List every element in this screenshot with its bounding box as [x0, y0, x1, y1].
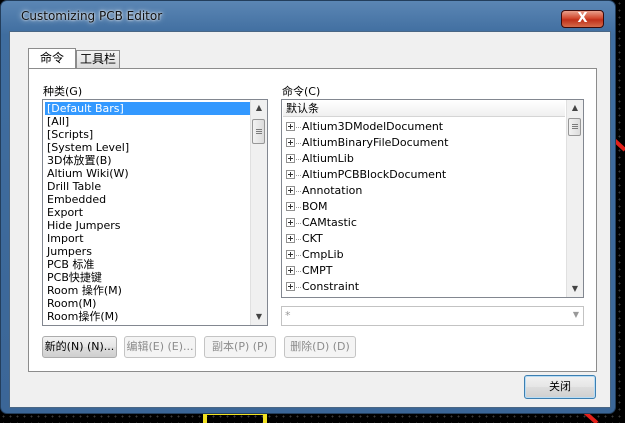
command-tree-item[interactable]: CAMtastic [286, 215, 357, 231]
tree-connector-line [296, 238, 301, 240]
command-tree-item[interactable]: BOM [286, 199, 328, 215]
expand-plus-icon[interactable] [286, 218, 295, 227]
scroll-up-arrow-icon[interactable]: ▲ [567, 100, 583, 116]
tree-connector-line [296, 158, 301, 160]
command-tree-item[interactable]: Annotation [286, 183, 362, 199]
category-item[interactable]: Export [46, 206, 84, 219]
command-filter-combobox[interactable]: * ▼ [281, 306, 584, 326]
close-icon: X [577, 11, 588, 26]
expand-plus-icon[interactable] [286, 122, 295, 131]
expand-plus-icon[interactable] [286, 202, 295, 211]
categories-scrollbar[interactable]: ▲ ▼ [250, 100, 267, 325]
expand-plus-icon[interactable] [286, 266, 295, 275]
expand-plus-icon[interactable] [286, 154, 295, 163]
tree-connector-line [296, 126, 301, 128]
commands-group-header: 默认条 [283, 101, 565, 117]
command-tree-item[interactable]: CmpLib [286, 247, 344, 263]
delete-button[interactable]: 删除(D) (D) [284, 336, 356, 358]
copy-button[interactable]: 副本(P) (P) [204, 336, 276, 358]
category-item[interactable]: Room操作(M) [46, 310, 119, 323]
category-item[interactable]: Import [46, 232, 85, 245]
tree-connector-line [296, 270, 301, 272]
scroll-down-arrow-icon[interactable]: ▼ [567, 281, 583, 297]
command-item-label: CKT [302, 232, 323, 245]
command-tree-item[interactable]: AltiumBinaryFileDocument [286, 135, 448, 151]
command-item-label: CmpLib [302, 248, 344, 261]
filter-value: * [285, 309, 291, 322]
category-item[interactable]: Hide Jumpers [46, 219, 122, 232]
expand-plus-icon[interactable] [286, 186, 295, 195]
yellow-trace-bottom [203, 411, 267, 423]
category-item[interactable]: Room(M) [46, 297, 97, 310]
category-item[interactable]: 3D体放置(B) [46, 154, 113, 167]
category-item[interactable]: Embedded [46, 193, 107, 206]
scroll-up-arrow-icon[interactable]: ▲ [251, 100, 267, 116]
edit-button[interactable]: 编辑(E) (E)... [124, 336, 196, 358]
category-item[interactable]: Room 操作(M) [46, 284, 123, 297]
command-item-label: Annotation [302, 184, 363, 197]
categories-label: 种类(G) [43, 85, 83, 98]
scroll-thumb[interactable] [252, 119, 265, 144]
tree-connector-line [296, 174, 301, 176]
command-tree-item[interactable]: AltiumLib [286, 151, 354, 167]
tree-connector-line [296, 142, 301, 144]
command-item-label: AltiumBinaryFileDocument [302, 136, 449, 149]
tree-connector-line [296, 222, 301, 224]
category-item[interactable]: Altium Wiki(W) [46, 167, 130, 180]
tree-connector-line [296, 190, 301, 192]
expand-plus-icon[interactable] [286, 138, 295, 147]
category-item[interactable]: Jumpers [46, 245, 93, 258]
category-item[interactable]: Drill Table [46, 180, 102, 193]
tab-commands[interactable]: 命令 [28, 48, 76, 69]
category-item[interactable]: [Scripts] [46, 128, 94, 141]
new-button[interactable]: 新的(N) (N)... [42, 336, 117, 358]
category-item[interactable]: [All] [46, 115, 70, 128]
command-item-label: AltiumPCBBlockDocument [302, 168, 447, 181]
category-item[interactable]: PCB快捷键 [46, 271, 103, 284]
command-tree-item[interactable]: CMPT [286, 263, 333, 279]
command-item-label: CAMtastic [302, 216, 357, 229]
tab-commands-label: 命令 [39, 51, 64, 65]
categories-listbox[interactable]: [Default Bars] [All] [Scripts] [System Leve… [42, 99, 268, 326]
category-item[interactable]: [Default Bars] [44, 101, 252, 116]
expand-plus-icon[interactable] [286, 234, 295, 243]
commands-tree[interactable]: 默认条 Altium3DModelDocument AltiumBinaryFil… [281, 99, 584, 298]
commands-scrollbar[interactable]: ▲ ▼ [566, 100, 583, 297]
expand-plus-icon[interactable] [286, 170, 295, 179]
command-item-label: CMPT [302, 264, 333, 277]
command-item-label: BOM [302, 200, 328, 213]
command-tree-item[interactable]: Altium3DModelDocument [286, 119, 443, 135]
command-item-label: Constraint [302, 280, 360, 293]
expand-plus-icon[interactable] [286, 250, 295, 259]
tree-connector-line [296, 254, 301, 256]
window-title: Customizing PCB Editor [21, 9, 163, 23]
expand-plus-icon[interactable] [286, 282, 295, 291]
category-item[interactable]: PCB 标准 [46, 258, 95, 271]
scroll-down-arrow-icon[interactable]: ▼ [251, 309, 267, 325]
chevron-down-icon[interactable]: ▼ [573, 310, 579, 319]
scroll-thumb[interactable] [568, 118, 581, 136]
tab-toolbars[interactable]: 工具栏 [76, 50, 120, 68]
close-button[interactable]: 关闭 [524, 375, 596, 399]
close-window-button[interactable]: X [561, 10, 604, 28]
tab-toolbars-label: 工具栏 [79, 52, 116, 66]
tree-connector-line [296, 286, 301, 288]
title-bar[interactable]: Customizing PCB Editor X [1, 1, 615, 29]
category-item[interactable]: [System Level] [46, 141, 130, 154]
command-item-label: Altium3DModelDocument [302, 120, 444, 133]
commands-label: 命令(C) [282, 85, 321, 98]
tree-connector-line [296, 206, 301, 208]
command-tree-item[interactable]: CKT [286, 231, 323, 247]
command-item-label: AltiumLib [302, 152, 354, 165]
command-tree-item[interactable]: AltiumPCBBlockDocument [286, 167, 446, 183]
command-tree-item[interactable]: Constraint [286, 279, 359, 295]
